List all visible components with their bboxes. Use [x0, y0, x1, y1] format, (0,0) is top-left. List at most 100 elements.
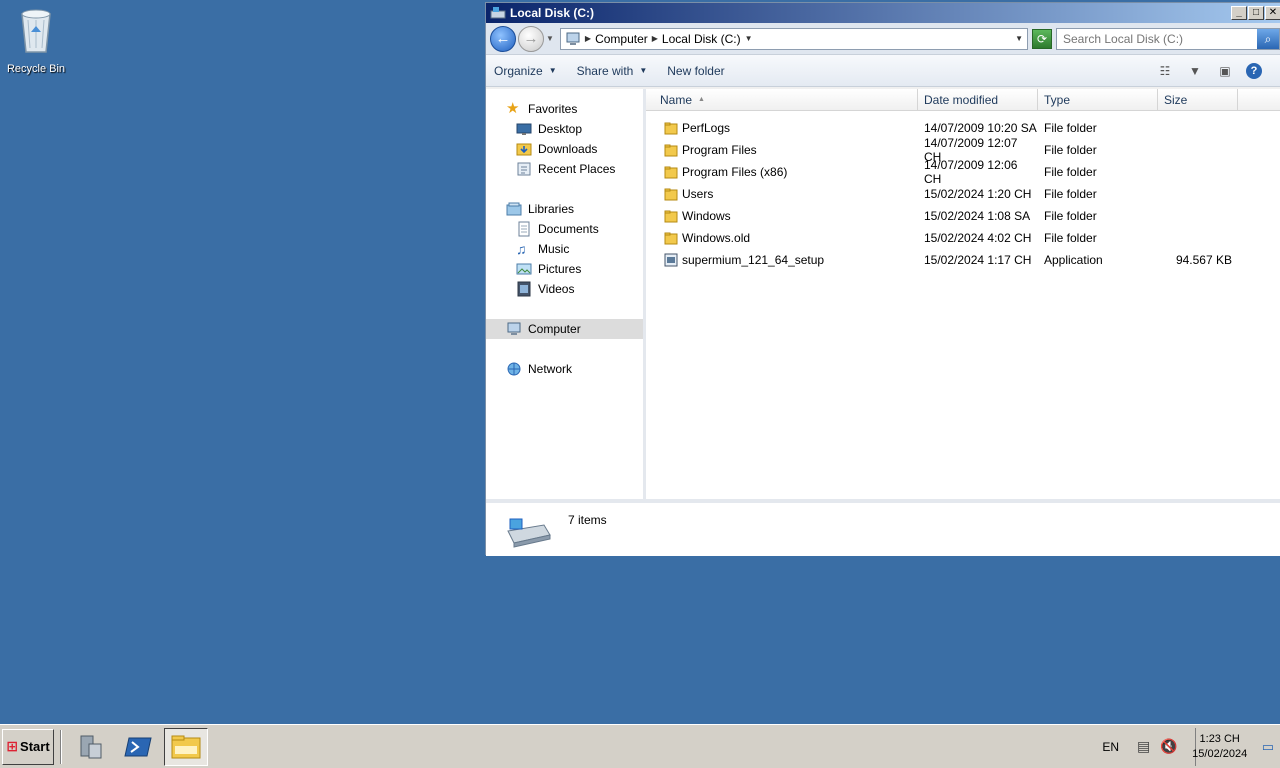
file-name-cell[interactable]: Program Files (x86) [646, 165, 918, 179]
column-header-name[interactable]: Name ▲ [646, 89, 918, 110]
libraries-icon [506, 202, 522, 216]
file-date: 15/02/2024 1:20 CH [924, 187, 1032, 201]
clock[interactable]: 1:23 CH 15/02/2024 [1188, 732, 1252, 762]
windows-logo-icon: ⊞ [6, 738, 19, 754]
breadcrumb-computer[interactable]: Computer [595, 32, 648, 46]
network-tray-icon[interactable]: ▤ [1137, 738, 1150, 755]
server-manager-icon [80, 735, 102, 758]
forward-button[interactable]: → [518, 25, 544, 52]
file-date: 14/07/2009 12:06 CH [924, 158, 1018, 186]
preview-pane-icon[interactable]: ▣ [1216, 63, 1234, 79]
search-box[interactable]: ⌕ [1056, 27, 1280, 50]
nav-documents[interactable]: Documents [486, 219, 643, 239]
organize-label: Organize [494, 63, 543, 78]
desktop-icon-recycle-bin[interactable]: Recycle Bin [4, 6, 68, 75]
column-header-type[interactable]: Type [1038, 89, 1158, 110]
folder-explorer-icon [171, 735, 201, 758]
breadcrumb-separator-icon[interactable]: ▶ [652, 34, 658, 43]
nav-desktop[interactable]: Desktop [486, 119, 643, 139]
breadcrumb-separator-icon[interactable]: ▶ [585, 34, 591, 43]
file-type: File folder [1044, 231, 1097, 245]
close-button[interactable]: ✕ [1265, 6, 1280, 20]
search-input[interactable] [1063, 31, 1257, 46]
file-name-cell[interactable]: PerfLogs [646, 121, 918, 135]
arrow-right-icon: → [523, 30, 539, 47]
navigation-pane: ★ Favorites Desktop Downloads Recent Pla… [486, 89, 646, 499]
refresh-button[interactable]: ⟳ [1032, 28, 1052, 49]
videos-icon [517, 281, 531, 297]
show-desktop-icon[interactable]: ▭ [1262, 739, 1274, 755]
taskbar-server-manager[interactable] [68, 728, 112, 766]
file-name: Windows [682, 209, 731, 223]
share-with-label: Share with [576, 63, 634, 78]
search-icon[interactable]: ⌕ [1257, 28, 1279, 49]
help-icon[interactable]: ? [1246, 62, 1262, 79]
column-header-date[interactable]: Date modified [918, 89, 1038, 110]
address-row: ← → ▼ ▶ Computer ▶ Local Disk (C:) ▼ ▼ ⟳… [486, 23, 1280, 55]
nav-pictures[interactable]: Pictures [486, 259, 643, 279]
file-row[interactable]: supermium_121_64_setup 15/02/2024 1:17 CH… [646, 249, 1280, 271]
chevron-down-icon: ▼ [639, 66, 648, 75]
drive-icon [507, 518, 551, 548]
sort-ascending-icon: ▲ [698, 96, 705, 103]
nav-videos[interactable]: Videos [486, 279, 643, 299]
nav-label: Favorites [528, 102, 578, 116]
column-label: Date modified [924, 92, 999, 107]
file-date: 15/02/2024 1:17 CH [924, 253, 1032, 267]
file-row[interactable]: Users 15/02/2024 1:20 CH File folder [646, 183, 1280, 205]
desktop-icon [516, 123, 532, 135]
nav-music[interactable]: ♫ Music [486, 239, 643, 259]
nav-label: Network [528, 362, 573, 376]
address-bar[interactable]: ▶ Computer ▶ Local Disk (C:) ▼ ▼ [559, 27, 1028, 50]
computer-icon [566, 32, 580, 45]
file-type: File folder [1044, 121, 1097, 135]
taskbar: ⊞ Start EN ▤ 🔇 1:23 CH 15/02/2024 ▭ [0, 724, 1280, 768]
history-dropdown-icon[interactable]: ▼ [546, 34, 554, 43]
column-label: Type [1044, 92, 1071, 107]
powershell-icon [124, 737, 152, 756]
organize-button[interactable]: Organize ▼ [494, 64, 557, 78]
file-list-pane: Name ▲ Date modified Type Size PerfLogs 14… [646, 89, 1280, 499]
volume-muted-icon[interactable]: 🔇 [1160, 738, 1177, 755]
breadcrumb-label: Local Disk (C:) [661, 31, 741, 46]
file-size: 94.567 KB [1175, 253, 1232, 267]
file-name-cell[interactable]: Program Files [646, 143, 918, 157]
nav-recent-places[interactable]: Recent Places [486, 159, 643, 179]
folder-icon [664, 144, 678, 157]
file-row[interactable]: Program Files (x86) 14/07/2009 12:06 CH Fi… [646, 158, 1280, 186]
taskbar-explorer[interactable] [164, 727, 208, 766]
file-name-cell[interactable]: Windows.old [646, 231, 918, 245]
file-row[interactable]: Windows.old 15/02/2024 4:02 CH File folder [646, 227, 1280, 249]
column-header-size[interactable]: Size [1158, 89, 1238, 110]
nav-libraries[interactable]: Libraries [486, 199, 643, 219]
file-type: File folder [1044, 165, 1097, 179]
nav-network[interactable]: Network [486, 359, 643, 379]
nav-computer[interactable]: Computer [486, 319, 643, 339]
explorer-body: ★ Favorites Desktop Downloads Recent Pla… [486, 89, 1280, 499]
nav-favorites[interactable]: ★ Favorites [486, 99, 643, 119]
clock-date: 15/02/2024 [1192, 747, 1248, 760]
folder-icon [664, 210, 678, 223]
back-button[interactable]: ← [490, 25, 516, 52]
recycle-bin-icon [21, 9, 51, 53]
breadcrumb-dropdown-icon[interactable]: ▼ [745, 34, 753, 43]
file-name-cell[interactable]: Windows [646, 209, 918, 223]
file-name-cell[interactable]: Users [646, 187, 918, 201]
file-name-cell[interactable]: supermium_121_64_setup [646, 253, 918, 267]
file-row[interactable]: Windows 15/02/2024 1:08 SA File folder [646, 205, 1280, 227]
chevron-down-icon: ▼ [548, 66, 557, 75]
view-dropdown-icon[interactable]: ▼ [1186, 63, 1204, 79]
share-with-button[interactable]: Share with ▼ [577, 64, 648, 78]
new-folder-button[interactable]: New folder [667, 64, 724, 78]
maximize-button[interactable]: □ [1248, 6, 1264, 20]
view-options-icon[interactable]: ☷ [1156, 63, 1174, 79]
taskbar-powershell[interactable] [116, 728, 160, 766]
language-indicator[interactable]: EN [1102, 740, 1119, 754]
nav-label: Downloads [538, 142, 598, 156]
breadcrumb-local-disk[interactable]: Local Disk (C:) [662, 32, 741, 46]
address-dropdown-icon[interactable]: ▼ [1015, 34, 1023, 43]
minimize-button[interactable]: _ [1231, 6, 1247, 20]
start-button[interactable]: ⊞ Start [2, 728, 54, 765]
title-bar[interactable]: Local Disk (C:) _ □ ✕ [486, 3, 1280, 23]
nav-downloads[interactable]: Downloads [486, 139, 643, 159]
